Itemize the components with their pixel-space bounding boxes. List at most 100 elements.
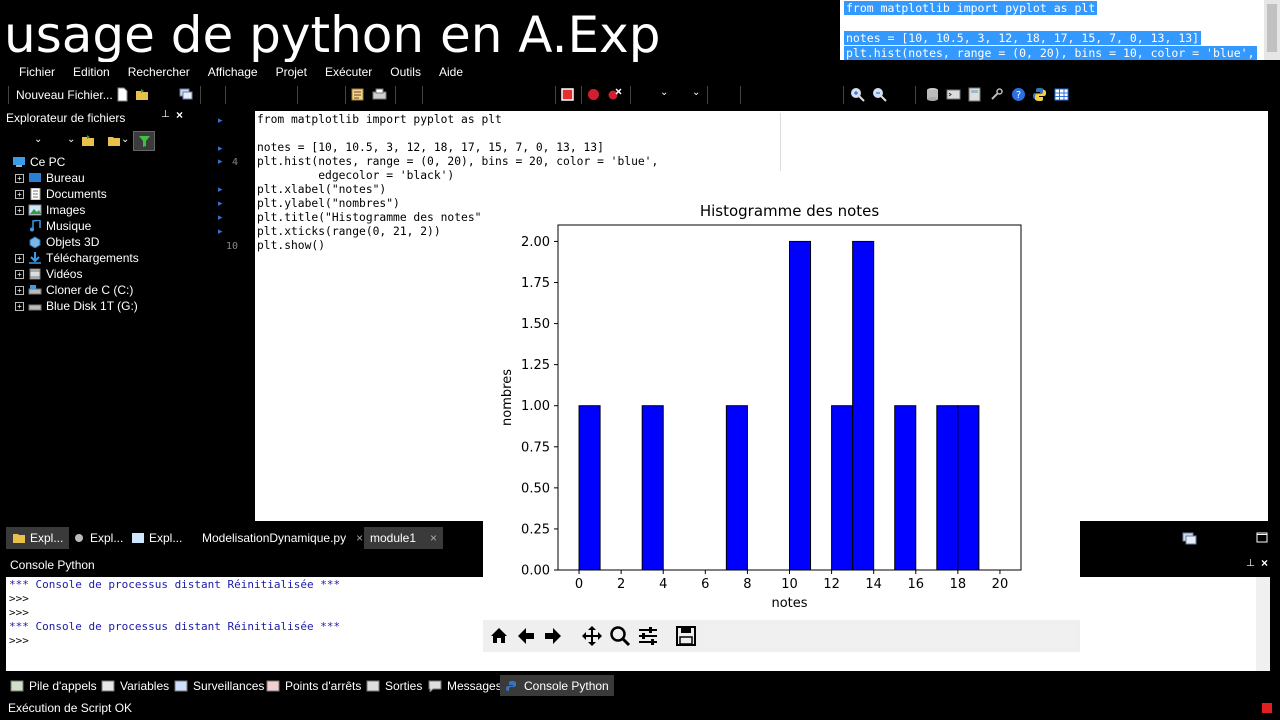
- tree-item-objets-3d[interactable]: Objets 3D: [28, 234, 99, 250]
- tree-item-drive-g[interactable]: + Blue Disk 1T (G:): [15, 298, 138, 314]
- breakpoint-icon[interactable]: [586, 87, 601, 102]
- terminal-icon[interactable]: [946, 87, 961, 102]
- tab-breakpoints[interactable]: Points d'arrêts: [266, 677, 361, 695]
- pin-icon[interactable]: ⊥: [1246, 558, 1255, 569]
- close-icon[interactable]: ×: [356, 531, 363, 545]
- expand-icon[interactable]: +: [15, 269, 24, 279]
- clear-breakpoints-icon[interactable]: [607, 87, 622, 102]
- stop-icon[interactable]: [560, 87, 575, 102]
- menu-executer[interactable]: Exécuter: [316, 65, 381, 79]
- chevron-down-icon[interactable]: ⌄: [692, 87, 700, 98]
- grid-icon[interactable]: [1054, 87, 1069, 102]
- expand-icon[interactable]: +: [15, 205, 24, 215]
- menu-edition[interactable]: Edition: [64, 65, 119, 79]
- tab-call-stack[interactable]: Pile d'appels: [10, 677, 97, 695]
- expand-icon[interactable]: +: [15, 301, 24, 311]
- fold-marker[interactable]: ▸: [218, 198, 223, 209]
- close-icon[interactable]: ×: [176, 108, 183, 122]
- bottom-tab-bar: Pile d'appels Variables Surveillances Po…: [0, 674, 1280, 696]
- maximize-icon[interactable]: [1256, 532, 1268, 543]
- tab-explorer-2[interactable]: Expl...: [66, 527, 129, 549]
- calculator-icon[interactable]: [967, 87, 982, 102]
- open-folder-icon[interactable]: [135, 87, 150, 102]
- tree-item-drive-c[interactable]: + Cloner de C (C:): [15, 282, 133, 298]
- configure-subplots-icon[interactable]: [637, 625, 659, 647]
- expand-icon[interactable]: +: [15, 189, 24, 199]
- expand-icon[interactable]: +: [15, 173, 24, 183]
- preview-scroll-thumb[interactable]: [1267, 4, 1277, 52]
- tree-label: Objets 3D: [46, 235, 100, 249]
- database-icon[interactable]: [925, 87, 940, 102]
- forward-arrow-icon[interactable]: [542, 625, 564, 647]
- help-icon[interactable]: ?: [1011, 87, 1026, 102]
- printer-icon[interactable]: [372, 87, 387, 102]
- tools-icon[interactable]: [989, 87, 1004, 102]
- menu-fichier[interactable]: Fichier: [10, 65, 64, 79]
- fold-marker[interactable]: ▸: [218, 143, 223, 154]
- tab-variables[interactable]: Variables: [101, 677, 169, 695]
- console-line: *** Console de processus distant Réiniti…: [9, 620, 341, 633]
- tree-item-videos[interactable]: + Vidéos: [15, 266, 82, 282]
- chevron-down-icon[interactable]: ⌄: [34, 134, 42, 145]
- window-list-icon[interactable]: [1182, 531, 1198, 545]
- tree-item-images[interactable]: + Images: [15, 202, 85, 218]
- back-arrow-icon[interactable]: [515, 625, 537, 647]
- close-icon[interactable]: ×: [1261, 556, 1268, 570]
- drive-icon: [28, 285, 42, 295]
- menu-outils[interactable]: Outils: [381, 65, 430, 79]
- tab-explorer-3[interactable]: Expl...: [125, 527, 188, 549]
- fold-marker[interactable]: ▸: [218, 226, 223, 237]
- tree-item-ce-pc[interactable]: Ce PC: [12, 154, 65, 170]
- chevron-down-icon[interactable]: ⌄: [660, 87, 668, 98]
- tree-label: Vidéos: [46, 267, 83, 281]
- menu-aide[interactable]: Aide: [430, 65, 472, 79]
- folder-view-icon[interactable]: [107, 134, 122, 148]
- computer-icon: [13, 157, 25, 167]
- new-document-icon[interactable]: [115, 87, 130, 102]
- menu-rechercher[interactable]: Rechercher: [119, 65, 199, 79]
- close-icon[interactable]: ×: [430, 531, 437, 545]
- menu-projet[interactable]: Projet: [267, 65, 316, 79]
- tab-surveillances[interactable]: Surveillances: [174, 677, 264, 695]
- fold-marker[interactable]: ▸: [218, 212, 223, 223]
- zoom-icon[interactable]: [609, 625, 631, 647]
- tree-item-documents[interactable]: + Documents: [15, 186, 107, 202]
- script-icon[interactable]: [350, 87, 365, 102]
- chevron-down-icon[interactable]: ⌄: [121, 134, 129, 145]
- tab-messages[interactable]: Messages: [428, 677, 502, 695]
- tab-module1[interactable]: module1 ×: [364, 527, 444, 549]
- expand-icon[interactable]: +: [15, 253, 24, 263]
- save-icon[interactable]: [675, 625, 697, 647]
- download-icon: [29, 252, 41, 264]
- windows-icon[interactable]: [178, 87, 193, 102]
- open-folder-icon[interactable]: [81, 134, 96, 148]
- pin-icon[interactable]: ⊥: [161, 109, 170, 120]
- fold-marker[interactable]: ▸: [218, 115, 223, 126]
- toolbar-grip: [8, 86, 9, 104]
- editor-gutter[interactable]: ▸ ▸ ▸ ▸ ▸ ▸ ▸ 4 10: [198, 111, 244, 521]
- filter-button[interactable]: [133, 131, 155, 151]
- expand-icon[interactable]: +: [15, 285, 24, 295]
- tab-explorer-1[interactable]: Expl...: [6, 527, 70, 549]
- zoom-out-icon[interactable]: [872, 87, 887, 102]
- tab-sorties[interactable]: Sorties: [366, 677, 422, 695]
- tab-console-python[interactable]: Console Python: [500, 675, 614, 696]
- x-tick-label: 20: [992, 577, 1009, 592]
- preview-scrollbar[interactable]: [1264, 0, 1280, 60]
- tree-item-musique[interactable]: Musique: [28, 218, 91, 234]
- python-icon[interactable]: [1032, 87, 1047, 102]
- fold-marker[interactable]: ▸: [218, 156, 223, 167]
- fold-marker[interactable]: ▸: [218, 184, 223, 195]
- tree-label: Cloner de C (C:): [46, 283, 134, 297]
- tree-item-bureau[interactable]: + Bureau: [15, 170, 85, 186]
- home-icon[interactable]: [488, 625, 510, 647]
- console-scrollbar[interactable]: [1256, 577, 1270, 671]
- tab-modelisation[interactable]: ModelisationDynamique.py ×: [196, 527, 369, 549]
- toolbar-separator: [225, 86, 226, 104]
- tree-item-telechargements[interactable]: + Téléchargements: [15, 250, 139, 266]
- menu-affichage[interactable]: Affichage: [199, 65, 267, 79]
- pan-icon[interactable]: [581, 625, 603, 647]
- zoom-in-icon[interactable]: [850, 87, 865, 102]
- new-file-button[interactable]: Nouveau Fichier...: [16, 88, 113, 102]
- chevron-down-icon[interactable]: ⌄: [67, 134, 75, 145]
